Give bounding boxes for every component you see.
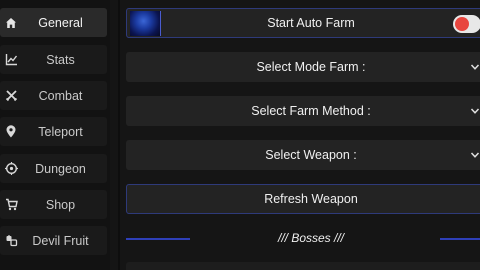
chevron-down-icon bbox=[470, 152, 480, 158]
sidebar-item-label: Stats bbox=[46, 52, 75, 67]
sidebar-item-dungeon[interactable]: Dungeon bbox=[0, 154, 107, 183]
auto-farm-label: Start Auto Farm bbox=[267, 16, 355, 30]
sidebar-item-shop[interactable]: Shop bbox=[0, 190, 107, 219]
target-icon bbox=[4, 162, 18, 176]
select-weapon-dropdown[interactable]: Select Weapon : bbox=[126, 140, 480, 170]
auto-farm-toggle[interactable] bbox=[453, 15, 480, 33]
sidebar-item-teleport[interactable]: Teleport bbox=[0, 117, 107, 146]
fruit-icon bbox=[4, 234, 18, 248]
refresh-weapon-button[interactable]: Refresh Weapon bbox=[126, 184, 480, 214]
sidebar-item-label: Dungeon bbox=[35, 161, 86, 176]
sidebar-item-devil-fruit[interactable]: Devil Fruit bbox=[0, 226, 107, 255]
next-row-partial bbox=[126, 262, 480, 270]
refresh-weapon-label: Refresh Weapon bbox=[264, 192, 358, 206]
sidebar-item-label: General bbox=[38, 15, 83, 30]
sidebar-item-combat[interactable]: Combat bbox=[0, 81, 107, 110]
sidebar-item-label: Combat bbox=[38, 88, 83, 103]
select-weapon-label: Select Weapon : bbox=[265, 148, 357, 162]
select-farm-method-dropdown[interactable]: Select Farm Method : bbox=[126, 96, 480, 126]
app-window: General Stats Combat Teleport Dungeon Sh… bbox=[0, 0, 480, 270]
sidebar-item-label: Devil Fruit bbox=[32, 233, 89, 248]
chevron-down-icon bbox=[470, 64, 480, 70]
home-icon bbox=[4, 16, 18, 30]
toggle-knob bbox=[455, 17, 469, 31]
bosses-section-label: /// Bosses /// bbox=[277, 231, 345, 245]
select-farm-method-label: Select Farm Method : bbox=[251, 104, 371, 118]
sidebar-item-label: Teleport bbox=[38, 124, 83, 139]
sidebar: General Stats Combat Teleport Dungeon Sh… bbox=[0, 0, 110, 270]
chevron-down-icon bbox=[470, 108, 480, 114]
cart-icon bbox=[4, 198, 18, 212]
sidebar-item-general[interactable]: General bbox=[0, 8, 107, 37]
location-pin-icon bbox=[4, 125, 18, 139]
chart-icon bbox=[4, 53, 18, 67]
select-mode-farm-dropdown[interactable]: Select Mode Farm : bbox=[126, 52, 480, 82]
sidebar-divider bbox=[118, 0, 120, 270]
crossed-swords-icon bbox=[4, 89, 18, 103]
sidebar-item-stats[interactable]: Stats bbox=[0, 45, 107, 74]
auto-farm-toggle-row[interactable]: Start Auto Farm bbox=[126, 8, 480, 38]
bosses-section-header: /// Bosses /// bbox=[126, 227, 480, 249]
select-mode-farm-label: Select Mode Farm : bbox=[256, 60, 366, 74]
sidebar-item-label: Shop bbox=[45, 197, 76, 212]
